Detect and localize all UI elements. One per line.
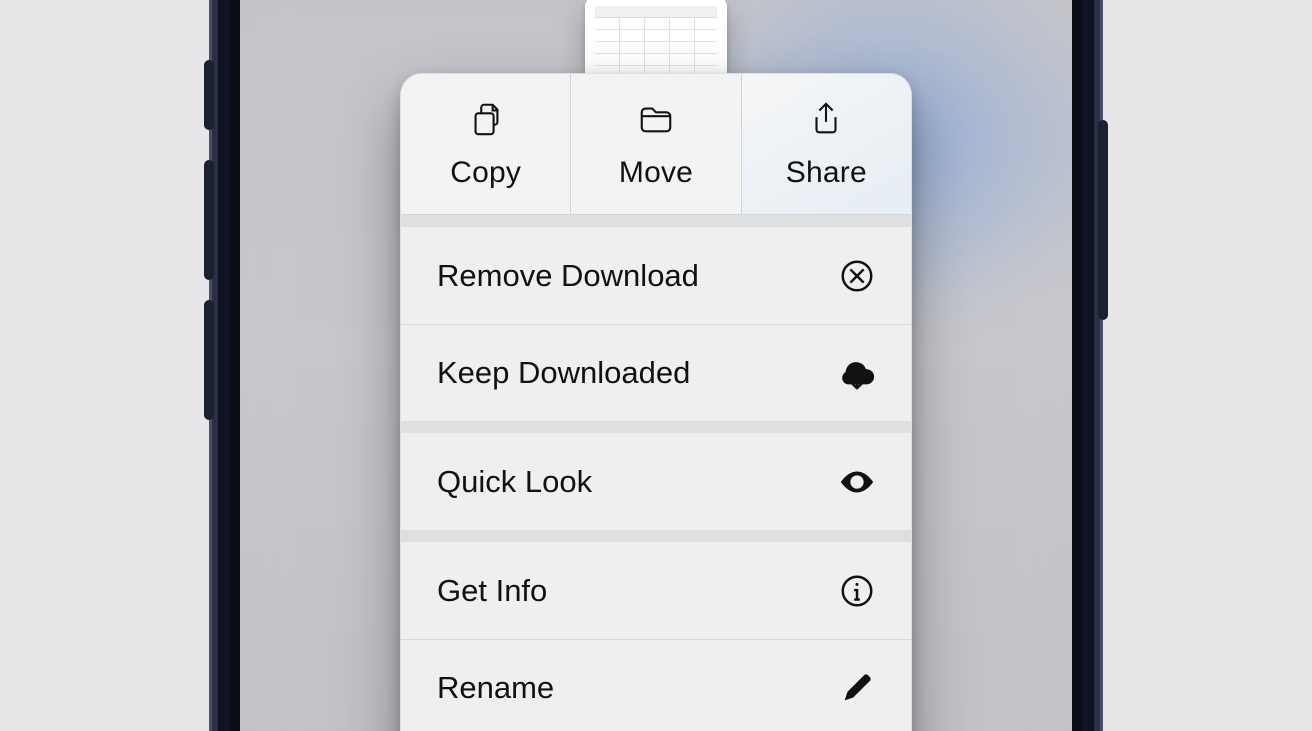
share-label: Share: [786, 156, 867, 190]
info-icon: [837, 571, 877, 611]
menu-item-label: Keep Downloaded: [437, 355, 690, 391]
iphone-frame: Copy Move Share Remove: [212, 0, 1100, 731]
context-menu: Copy Move Share Remove: [400, 73, 912, 731]
circle-x-icon: [837, 256, 877, 296]
copy-button[interactable]: Copy: [401, 74, 571, 214]
share-icon: [807, 100, 845, 146]
mute-switch-decor: [204, 60, 214, 130]
menu-item-label: Get Info: [437, 573, 547, 609]
menu-group: Get Info Rename Compress: [401, 530, 911, 731]
cloud-download-icon: [837, 353, 877, 393]
move-label: Move: [619, 156, 693, 190]
eye-icon: [837, 462, 877, 502]
folder-icon: [637, 100, 675, 146]
menu-item-label: Remove Download: [437, 258, 699, 294]
power-button-decor: [1098, 120, 1108, 320]
menu-item-label: Quick Look: [437, 464, 592, 500]
remove-download-item[interactable]: Remove Download: [401, 227, 911, 324]
rename-item[interactable]: Rename: [401, 639, 911, 731]
copy-label: Copy: [450, 156, 521, 190]
copy-icon: [467, 100, 505, 146]
top-action-row: Copy Move Share: [401, 74, 911, 215]
keep-downloaded-item[interactable]: Keep Downloaded: [401, 324, 911, 421]
menu-item-label: Rename: [437, 670, 554, 706]
move-button[interactable]: Move: [571, 74, 741, 214]
iphone-bezel: Copy Move Share Remove: [230, 0, 1082, 731]
get-info-item[interactable]: Get Info: [401, 542, 911, 639]
menu-group: Remove Download Keep Downloaded: [401, 215, 911, 421]
volume-up-decor: [204, 160, 214, 280]
quick-look-item[interactable]: Quick Look: [401, 433, 911, 530]
volume-down-decor: [204, 300, 214, 420]
menu-group: Quick Look: [401, 421, 911, 530]
pencil-icon: [837, 668, 877, 708]
share-button[interactable]: Share: [742, 74, 911, 214]
